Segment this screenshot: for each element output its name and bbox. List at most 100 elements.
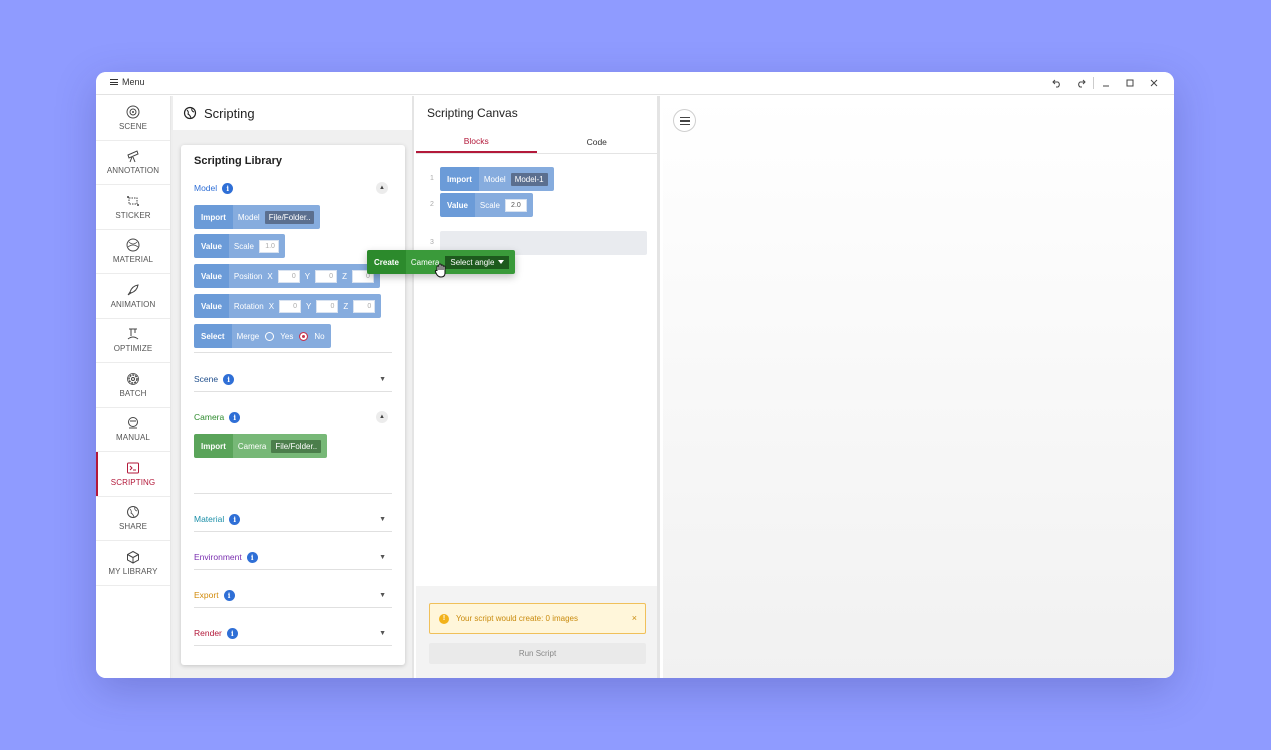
nav-item-sticker[interactable]: STICKER xyxy=(96,185,170,230)
material-icon xyxy=(126,238,140,252)
block-key: Value xyxy=(194,264,229,288)
radio-label: Yes xyxy=(280,331,294,341)
block-field: Model xyxy=(483,174,506,184)
minimize-icon[interactable] xyxy=(1094,75,1118,91)
chevron-up-icon[interactable]: ▲ xyxy=(376,182,388,194)
scale-input[interactable]: 2.0 xyxy=(504,198,527,212)
chevron-up-icon[interactable]: ▲ xyxy=(376,411,388,423)
merge-yes-radio[interactable] xyxy=(265,331,275,341)
section-export: Export i ▼ xyxy=(194,584,392,608)
rotation-y-input[interactable]: 0 xyxy=(316,299,339,313)
section-environment-header[interactable]: Environment i ▼ xyxy=(194,546,392,568)
block-value-position[interactable]: Value Position X 0 Y 0 Z 0 xyxy=(194,264,380,288)
axis-x-label: X xyxy=(268,301,275,311)
block-field: Position xyxy=(233,271,263,281)
info-icon[interactable]: i xyxy=(246,551,258,563)
hamburger-icon xyxy=(110,79,118,85)
viewport[interactable] xyxy=(663,96,1174,678)
warning-text: Your script would create: 0 images xyxy=(456,614,578,623)
rocket-icon xyxy=(127,284,139,296)
nav-item-annotation[interactable]: ANNOTATION xyxy=(96,141,170,185)
merge-no-radio[interactable] xyxy=(299,331,309,341)
position-x-input[interactable]: 0 xyxy=(277,269,300,283)
menu-button[interactable]: Menu xyxy=(110,77,145,87)
viewport-menu-button[interactable] xyxy=(673,109,696,132)
block-value-rotation[interactable]: Value Rotation X 0 Y 0 Z 0 xyxy=(194,294,382,318)
info-icon[interactable]: i xyxy=(223,589,235,601)
scale-input[interactable]: 1.0 xyxy=(258,239,279,253)
section-model-header[interactable]: Model i ▲ xyxy=(194,177,392,199)
section-camera-header[interactable]: Camera i ▲ xyxy=(194,406,392,428)
canvas-block-import-model[interactable]: Import Model Model-1 xyxy=(440,167,554,191)
nav-item-optimize[interactable]: OPTIMIZE xyxy=(96,319,170,363)
tab-blocks[interactable]: Blocks xyxy=(416,130,537,153)
redo-icon[interactable] xyxy=(1069,75,1093,91)
info-icon[interactable]: i xyxy=(229,411,241,423)
terminal-icon xyxy=(127,462,139,474)
block-key: Create xyxy=(367,250,406,274)
info-icon[interactable]: i xyxy=(229,513,241,525)
radio-label: No xyxy=(314,331,325,341)
library-title: Scripting Library xyxy=(194,155,283,167)
block-import-camera[interactable]: Import Camera File/Folder.. xyxy=(194,434,328,458)
scripting-library-card: Scripting Library Model i ▲ Import Model… xyxy=(181,145,405,665)
undo-icon[interactable] xyxy=(1045,75,1069,91)
maximize-icon[interactable] xyxy=(1118,75,1142,91)
nav-item-animation[interactable]: ANIMATION xyxy=(96,274,170,319)
nav-item-scene[interactable]: SCENE xyxy=(96,96,170,141)
chevron-down-icon[interactable]: ▼ xyxy=(379,592,386,599)
section-environment: Environment i ▼ xyxy=(194,546,392,570)
section-render-header[interactable]: Render i ▼ xyxy=(194,622,392,644)
tab-code[interactable]: Code xyxy=(537,130,658,153)
section-scene-header[interactable]: Scene i ▼ xyxy=(194,368,392,390)
info-icon[interactable]: i xyxy=(222,182,234,194)
block-select-merge[interactable]: Select Merge Yes No xyxy=(194,324,331,348)
chevron-down-icon[interactable]: ▼ xyxy=(379,554,386,561)
model-selector[interactable]: Model-1 xyxy=(510,172,548,186)
block-field: Merge xyxy=(236,331,260,341)
section-export-header[interactable]: Export i ▼ xyxy=(194,584,392,606)
section-material-header[interactable]: Material i ▼ xyxy=(194,508,392,530)
block-field: Scale xyxy=(479,200,500,210)
rotation-z-input[interactable]: 0 xyxy=(353,299,376,313)
nav-label: SCENE xyxy=(118,121,148,131)
close-icon[interactable]: × xyxy=(632,613,637,623)
section-label: Scene xyxy=(194,374,219,384)
axis-y-label: Y xyxy=(304,271,311,281)
block-value-scale[interactable]: Value Scale 1.0 xyxy=(194,234,285,258)
nav-item-manual[interactable]: MANUAL xyxy=(96,408,170,452)
warning-banner: ! Your script would create: 0 images × xyxy=(429,603,646,634)
chevron-down-icon[interactable]: ▼ xyxy=(379,376,386,383)
canvas-title: Scripting Canvas xyxy=(427,106,518,120)
nav-label: MY LIBRARY xyxy=(108,566,158,576)
telescope-icon xyxy=(127,150,139,163)
section-label: Model xyxy=(194,183,218,193)
block-import-model[interactable]: Import Model File/Folder.. xyxy=(194,205,321,229)
chevron-down-icon[interactable]: ▼ xyxy=(379,516,386,523)
globe-icon xyxy=(127,506,139,519)
canvas-block-value-scale[interactable]: Value Scale 2.0 xyxy=(440,193,533,217)
position-y-input[interactable]: 0 xyxy=(315,269,338,283)
axis-x-label: X xyxy=(267,271,273,281)
file-folder-picker[interactable]: File/Folder.. xyxy=(271,439,322,453)
info-icon[interactable]: i xyxy=(226,627,238,639)
nav-item-material[interactable]: MATERIAL xyxy=(96,230,170,274)
menu-label: Menu xyxy=(122,77,145,87)
block-key: Value xyxy=(194,294,229,318)
block-field: Camera xyxy=(237,441,267,451)
nav-item-share[interactable]: SHARE xyxy=(96,497,170,541)
chevron-down-icon[interactable]: ▼ xyxy=(379,630,386,637)
dropdown-value: Select angle xyxy=(450,257,495,267)
rotation-x-input[interactable]: 0 xyxy=(279,299,302,313)
info-icon[interactable]: i xyxy=(223,373,235,385)
nav-item-my-library[interactable]: MY LIBRARY xyxy=(96,541,170,586)
run-script-button[interactable]: Run Script xyxy=(429,643,646,664)
axis-z-label: Z xyxy=(343,301,349,311)
file-folder-picker[interactable]: File/Folder.. xyxy=(264,210,315,224)
block-field: Rotation xyxy=(233,301,264,311)
section-label: Export xyxy=(194,590,219,600)
nav-item-scripting[interactable]: SCRIPTING xyxy=(96,452,170,497)
nav-item-batch[interactable]: BATCH xyxy=(96,363,170,408)
angle-dropdown[interactable]: Select angle xyxy=(445,255,510,269)
close-icon[interactable] xyxy=(1142,75,1166,91)
